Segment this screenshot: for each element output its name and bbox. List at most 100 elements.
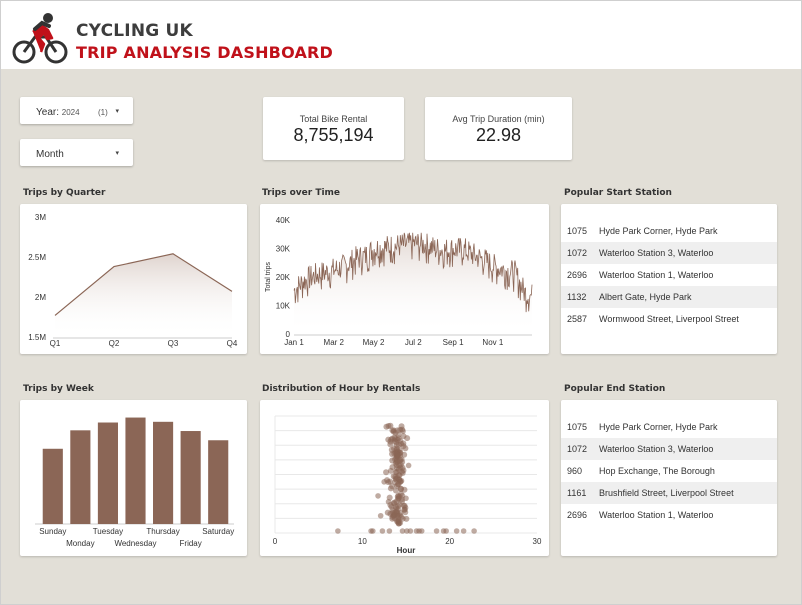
- x-tick-label: Tuesday: [93, 527, 123, 536]
- x-tick-label: Jul 2: [405, 338, 422, 347]
- week-bar: [180, 431, 201, 524]
- week-bar: [42, 448, 63, 524]
- time-chart-card: 0 10K 20K 30K 40K Total trips Jan 1 Mar 2 May 2J…: [260, 204, 549, 354]
- scatter-point: [389, 507, 396, 514]
- start-station-count: 1132: [567, 292, 587, 302]
- dashboard-canvas: Year: 2024 (1) ▾ Month ▾ Total Bike Rent…: [1, 69, 801, 604]
- week-bar: [97, 422, 118, 524]
- scatter-point: [370, 528, 376, 534]
- y-tick-label: 30K: [276, 245, 291, 254]
- scatter-point: [390, 499, 397, 506]
- x-tick-label: Nov 1: [482, 338, 503, 347]
- scatter-point: [400, 433, 407, 440]
- x-tick-label: Sep 1: [443, 338, 464, 347]
- week-bar: [153, 421, 174, 524]
- scatter-point: [471, 528, 477, 534]
- chevron-down-icon: ▾: [115, 150, 119, 157]
- scatter-point: [392, 436, 399, 443]
- start-station-name: Waterloo Station 3, Waterloo: [599, 248, 714, 258]
- week-chart: SundayMonday Tuesday Wednesday ThursdayFrid…: [35, 417, 234, 548]
- end-station-row[interactable]: 2696 Waterloo Station 1, Waterloo: [561, 504, 777, 526]
- start-station-row[interactable]: 2587 Wormwood Street, Liverpool Street: [561, 308, 777, 330]
- scatter-point: [393, 462, 400, 469]
- scatter-point: [385, 498, 392, 505]
- scatter-point: [403, 495, 409, 502]
- x-tick-label: Q2: [109, 339, 120, 348]
- y-tick-label: 2M: [35, 293, 46, 302]
- y-tick-label: 40K: [276, 216, 291, 225]
- x-tick-label: May 2: [363, 338, 385, 347]
- start-station-row[interactable]: 2696 Waterloo Station 1, Waterloo: [561, 264, 777, 286]
- scatter-point: [401, 486, 408, 493]
- start-station-row[interactable]: 1072 Waterloo Station 3, Waterloo: [561, 242, 777, 264]
- kpi-total-value: 8,755,194: [293, 125, 374, 145]
- year-filter-value: 2024: [61, 108, 80, 117]
- x-tick-label: Wednesday: [114, 539, 156, 548]
- x-tick-label: Friday: [180, 539, 202, 548]
- scatter-point: [453, 528, 460, 534]
- year-filter-label: Year:: [36, 107, 59, 118]
- end-station-count: 960: [567, 466, 583, 476]
- end-station-card: 1075 Hyde Park Corner, Hyde Park 1072 Water…: [561, 400, 777, 556]
- kpi-avg-value: 22.98: [475, 125, 522, 145]
- start-station-name: Waterloo Station 1, Waterloo: [599, 270, 714, 280]
- end-station-name: Brushfield Street, Liverpool Street: [599, 488, 734, 498]
- start-station-name: Hyde Park Corner, Hyde Park: [599, 226, 718, 236]
- section-title-end-station: Popular End Station: [564, 384, 666, 394]
- quarter-chart: 1.5M 2M 2.5M 3M Q1 Q2 Q3 Q4: [28, 213, 238, 348]
- month-filter[interactable]: Month ▾: [20, 139, 133, 166]
- scatter-point: [377, 512, 384, 519]
- app-title: CYCLING UK: [76, 21, 193, 41]
- y-tick-label: 10K: [276, 302, 291, 311]
- start-station-name: Albert Gate, Hyde Park: [599, 292, 692, 302]
- scatter-point: [375, 493, 381, 499]
- end-station-row[interactable]: 960 Hop Exchange, The Borough: [561, 460, 777, 482]
- chevron-down-icon: ▾: [115, 108, 119, 115]
- end-station-row[interactable]: 1072 Waterloo Station 3, Waterloo: [561, 438, 777, 460]
- start-station-card: 1075 Hyde Park Corner, Hyde Park 1072 Water…: [561, 204, 777, 354]
- scatter-point: [400, 502, 407, 509]
- scatter-point: [460, 528, 467, 534]
- end-station-row[interactable]: 1075 Hyde Park Corner, Hyde Park: [561, 416, 777, 438]
- x-axis-title: Hour: [397, 546, 416, 555]
- x-tick-label: 20: [445, 537, 454, 546]
- end-station-row[interactable]: 1161 Brushfield Street, Liverpool Street: [561, 482, 777, 504]
- scatter-point: [397, 426, 404, 433]
- scatter-point: [386, 528, 393, 534]
- start-station-row[interactable]: 1132 Albert Gate, Hyde Park: [561, 286, 777, 308]
- start-station-name: Wormwood Street, Liverpool Street: [599, 314, 739, 324]
- start-station-count: 1075: [567, 226, 588, 236]
- scatter-point: [396, 476, 403, 483]
- hour-chart-card: 0 10 20 30 Hour: [260, 400, 549, 556]
- x-tick-label: Thursday: [146, 527, 179, 536]
- scatter-point: [400, 443, 407, 450]
- scatter-point: [433, 528, 440, 534]
- x-tick-label: Jan 1: [284, 338, 304, 347]
- x-tick-label: Monday: [66, 539, 94, 548]
- section-title-start-station: Popular Start Station: [564, 188, 672, 198]
- kpi-total-label: Total Bike Rental: [299, 114, 368, 124]
- y-tick-label: 3M: [35, 213, 46, 222]
- quarter-chart-card: 1.5M 2M 2.5M 3M Q1 Q2 Q3 Q4: [20, 204, 247, 354]
- scatter-point: [399, 464, 406, 471]
- end-station-count: 1161: [567, 488, 587, 498]
- kpi-total-rentals: Total Bike Rental 8,755,194: [263, 97, 404, 160]
- start-station-row[interactable]: 1075 Hyde Park Corner, Hyde Park: [561, 220, 777, 242]
- time-chart: 010K20K30K40KTotal tripsJan 1 Mar 2 May 2J…: [265, 216, 533, 347]
- end-station-name: Waterloo Station 1, Waterloo: [599, 510, 714, 520]
- x-tick-label: Q1: [50, 339, 61, 348]
- year-filter[interactable]: Year: 2024 (1) ▾: [20, 97, 133, 124]
- x-tick-label: Sunday: [39, 527, 66, 536]
- month-filter-label: Month: [36, 149, 64, 160]
- scatter-point: [335, 528, 341, 534]
- end-station-count: 2696: [567, 510, 588, 520]
- y-tick-label: 2.5M: [28, 253, 46, 262]
- scatter-point: [396, 512, 403, 519]
- hour-chart: 0 10 20 30 Hour: [273, 415, 542, 555]
- scatter-point: [379, 528, 386, 534]
- section-title-time: Trips over Time: [262, 188, 341, 198]
- end-station-name: Hop Exchange, The Borough: [599, 466, 715, 476]
- scatter-point: [418, 528, 425, 534]
- week-bar: [70, 430, 91, 524]
- kpi-avg-duration: Avg Trip Duration (min) 22.98: [425, 97, 572, 160]
